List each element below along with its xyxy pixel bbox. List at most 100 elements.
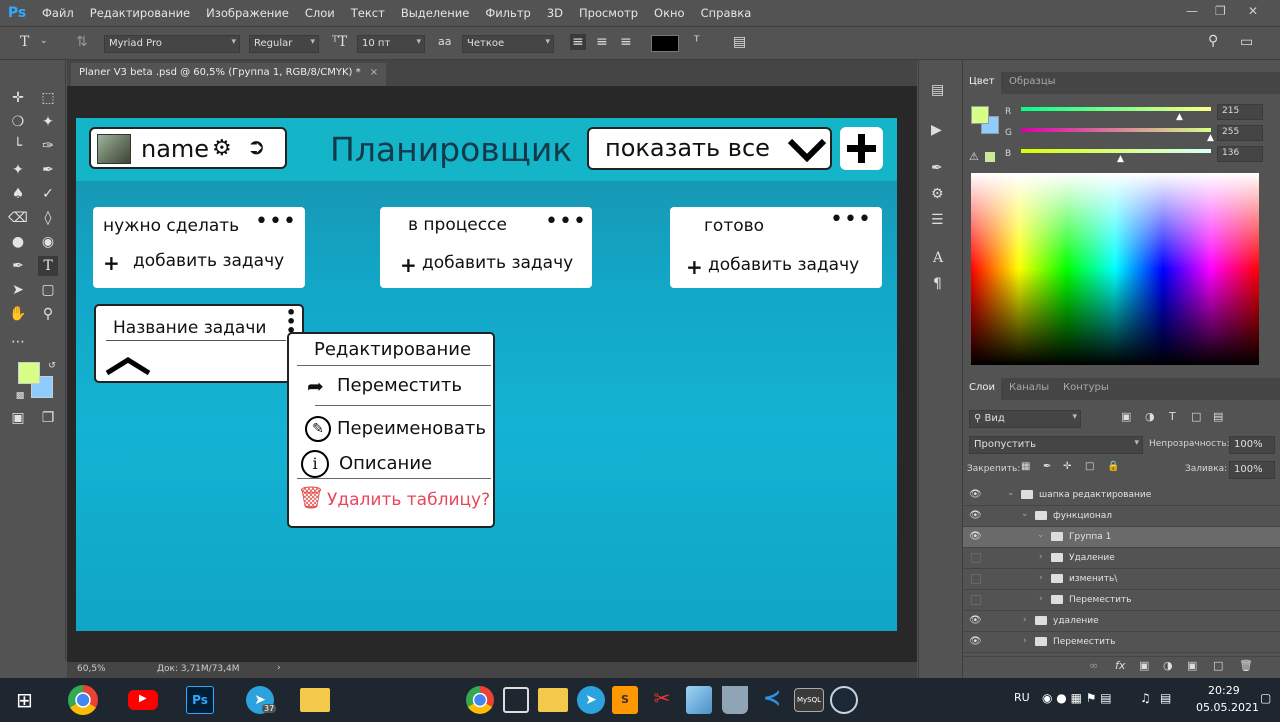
vscode-icon[interactable]: ≺ [758, 686, 786, 714]
link-icon[interactable]: ∞ [1089, 659, 1098, 672]
menu-image[interactable]: Изображение [198, 6, 297, 20]
blue-value[interactable]: 136 [1217, 146, 1263, 162]
chevron-right-icon[interactable]: › [277, 663, 281, 673]
character-panel-icon[interactable]: ▤ [733, 34, 746, 50]
pen-tool-icon[interactable]: ✒ [8, 256, 28, 276]
text-color-swatch[interactable] [651, 35, 679, 52]
chrome-icon[interactable] [466, 686, 494, 714]
slider-thumb[interactable]: ▲ [1176, 112, 1183, 122]
filter-pixel-icon[interactable]: ▣ [1121, 410, 1131, 423]
stamp-tool-icon[interactable]: ♠ [8, 184, 28, 204]
align-center-icon[interactable]: ≡ [596, 34, 608, 50]
menu-help[interactable]: Справка [693, 6, 760, 20]
swap-colors-icon[interactable]: ↺ [42, 356, 62, 376]
recycle-bin-icon[interactable] [722, 686, 748, 714]
brush-presets-icon[interactable]: ✒ [931, 160, 943, 176]
quick-mask-icon[interactable]: ▣ [8, 408, 28, 428]
menu-view[interactable]: Просмотр [571, 6, 646, 20]
default-colors-icon[interactable]: ▩ [10, 386, 30, 406]
restore-icon[interactable]: ❐ [1215, 4, 1226, 18]
properties-icon[interactable]: ☰ [931, 212, 944, 228]
font-style-select[interactable]: Regular ▾ [249, 35, 319, 53]
steam-icon[interactable] [830, 686, 858, 714]
paragraph-icon[interactable]: ¶ [933, 276, 942, 292]
more-icon[interactable]: ••• [830, 207, 872, 232]
screen-mode-icon[interactable]: ❐ [38, 408, 58, 428]
menu-type[interactable]: Текст [343, 6, 393, 20]
font-family-select[interactable]: Myriad Pro ▾ [104, 35, 240, 53]
filter-adjust-icon[interactable]: ◑ [1145, 410, 1155, 423]
menu-item-describe[interactable]: i Описание [289, 448, 493, 482]
chevron-down-icon[interactable]: ⌄ [1007, 488, 1015, 498]
document-tab[interactable]: Planer V3 beta .psd @ 60,5% (Группа 1, R… [71, 63, 387, 86]
close-tab-icon[interactable]: × [370, 67, 378, 78]
visibility-toggle[interactable] [971, 553, 981, 563]
lock-brush-icon[interactable]: ✒ [1043, 461, 1051, 472]
lasso-tool-icon[interactable]: ❍ [8, 112, 28, 132]
tab-swatches[interactable]: Образцы [1003, 72, 1062, 94]
filter-smart-icon[interactable]: ▤ [1213, 410, 1223, 423]
task-card[interactable]: Название задачи • • • [94, 304, 304, 383]
blue-slider[interactable] [1021, 149, 1211, 153]
canvas-area[interactable]: name ⚙ ➲ Планировщик показать все нужно … [67, 86, 917, 662]
type-tool-icon[interactable]: T [38, 256, 58, 276]
brush-tool-icon[interactable]: ✒ [38, 160, 58, 180]
menu-item-move[interactable]: ➦ Переместить [289, 370, 493, 406]
chevron-right-icon[interactable]: › [1039, 573, 1043, 583]
gear-icon[interactable]: ⚙ [212, 136, 232, 161]
eyedropper-icon[interactable]: ✑ [38, 136, 58, 156]
blend-mode-select[interactable]: Пропустить ▾ [969, 436, 1143, 454]
orientation-icon[interactable]: ⇅ [76, 34, 88, 50]
opacity-input[interactable]: 100% [1229, 436, 1275, 454]
fill-input[interactable]: 100% [1229, 461, 1275, 479]
antialias-select[interactable]: Четкое ▾ [462, 35, 554, 53]
menu-3d[interactable]: 3D [539, 6, 571, 20]
chevron-up-icon[interactable] [104, 356, 152, 376]
slider-thumb[interactable]: ▲ [1207, 133, 1214, 143]
app-icon[interactable] [503, 687, 529, 713]
menu-filter[interactable]: Фильтр [477, 6, 539, 20]
crop-tool-icon[interactable]: └ [8, 136, 28, 156]
clock-time[interactable]: 20:29 [1208, 684, 1240, 697]
chevron-down-icon[interactable]: ⌄ [1021, 509, 1029, 519]
menu-item-rename[interactable]: ✎ Переименовать [289, 412, 493, 448]
eye-icon[interactable]: 👁 [969, 489, 983, 501]
vertical-more-icon[interactable]: • • • [286, 305, 296, 339]
dodge-tool-icon[interactable]: ◉ [38, 232, 58, 252]
mask-icon[interactable]: ▣ [1139, 659, 1149, 672]
eye-icon[interactable]: 👁 [969, 531, 983, 543]
add-task-button[interactable]: добавить задачу [422, 253, 573, 273]
menu-file[interactable]: Файл [34, 6, 82, 20]
history-brush-icon[interactable]: ✓ [38, 184, 58, 204]
file-explorer-icon[interactable] [300, 688, 330, 712]
layer-row[interactable]: 👁 ⌄ шапка редактирование [963, 485, 1280, 506]
workspace-icon[interactable]: ▭ [1240, 34, 1253, 50]
add-button[interactable] [840, 127, 883, 170]
chevron-right-icon[interactable]: › [1023, 615, 1027, 625]
lock-all-icon[interactable]: 🔒 [1107, 461, 1119, 472]
actions-icon[interactable]: ▶ [931, 122, 942, 138]
layer-row[interactable]: › Удаление [963, 548, 1280, 569]
eye-icon[interactable]: 👁 [969, 636, 983, 648]
healing-tool-icon[interactable]: ✦ [8, 160, 28, 180]
move-tool-icon[interactable]: ✛ [8, 88, 28, 108]
bucket-tool-icon[interactable]: ◊ [38, 208, 58, 228]
type-tool-icon[interactable]: T [20, 34, 29, 50]
path-select-icon[interactable]: ➤ [8, 280, 28, 300]
lock-artboard-icon[interactable]: □ [1085, 461, 1094, 472]
minimize-icon[interactable]: — [1186, 4, 1198, 18]
eye-icon[interactable]: 👁 [969, 615, 983, 627]
lock-pixels-icon[interactable]: ▦ [1021, 461, 1030, 472]
chevron-down-icon[interactable]: ⌄ [40, 36, 48, 46]
youtube-icon[interactable]: ▶ [128, 690, 158, 710]
clone-source-icon[interactable]: ⚙ [931, 186, 944, 202]
filter-shape-icon[interactable]: □ [1191, 410, 1201, 423]
scissors-icon[interactable]: ✂ [648, 686, 676, 714]
layer-filter-select[interactable]: ⚲ Вид ▾ [969, 410, 1081, 428]
user-card[interactable]: name ⚙ ➲ [89, 127, 287, 169]
layer-row[interactable]: 👁 › удаление [963, 611, 1280, 632]
visibility-toggle[interactable] [971, 574, 981, 584]
align-left-icon[interactable]: ≡ [570, 34, 586, 50]
add-task-button[interactable]: добавить задачу [133, 251, 284, 271]
eraser-tool-icon[interactable]: ⌫ [8, 208, 28, 228]
